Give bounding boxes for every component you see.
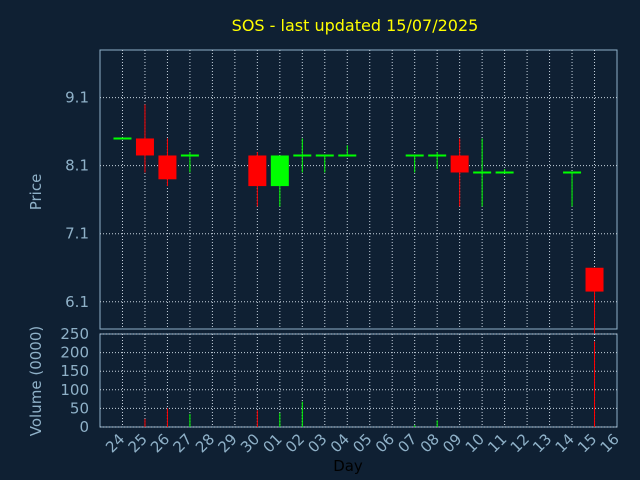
price-tick-label: 7.1 [65, 225, 89, 243]
volume-tick-label: 250 [60, 325, 89, 343]
x-tick-labels: 2425262728293001020304050607080910111213… [102, 430, 623, 456]
candle-body [450, 155, 469, 173]
volume-tick-label: 100 [60, 381, 89, 399]
chart-title: SOS - last updated 15/07/2025 [232, 16, 479, 35]
volume-plot-area [99, 333, 618, 428]
price-panel: 6.1 7.1 8.1 9.1 Price [27, 49, 618, 336]
x-tick-label: 16 [597, 430, 623, 456]
volume-tick-label: 200 [60, 344, 89, 362]
volume-panel: 050100150200250 Volume (0000) [27, 325, 618, 436]
candle-body [270, 155, 289, 187]
volume-tick-label: 50 [70, 399, 89, 417]
price-plot-area [99, 49, 618, 330]
candle-body [135, 138, 154, 156]
price-tick-label: 6.1 [65, 293, 89, 311]
candle-body [585, 267, 604, 292]
candle-body [248, 155, 267, 187]
price-y-tick-labels: 6.1 7.1 8.1 9.1 [65, 89, 89, 311]
volume-tick-label: 150 [60, 362, 89, 380]
x-axis-label: Day [333, 457, 363, 475]
price-tick-label: 9.1 [65, 89, 89, 107]
candlestick-chart: SOS - last updated 15/07/2025 6.1 7.1 8.1 9… [27, 16, 623, 475]
candle-body [158, 155, 177, 180]
volume-y-tick-labels: 050100150200250 [60, 325, 89, 436]
volume-tick-label: 0 [79, 418, 89, 436]
price-axis-label: Price [27, 174, 45, 211]
volume-axis-label: Volume (0000) [27, 326, 45, 436]
price-tick-label: 8.1 [65, 157, 89, 175]
